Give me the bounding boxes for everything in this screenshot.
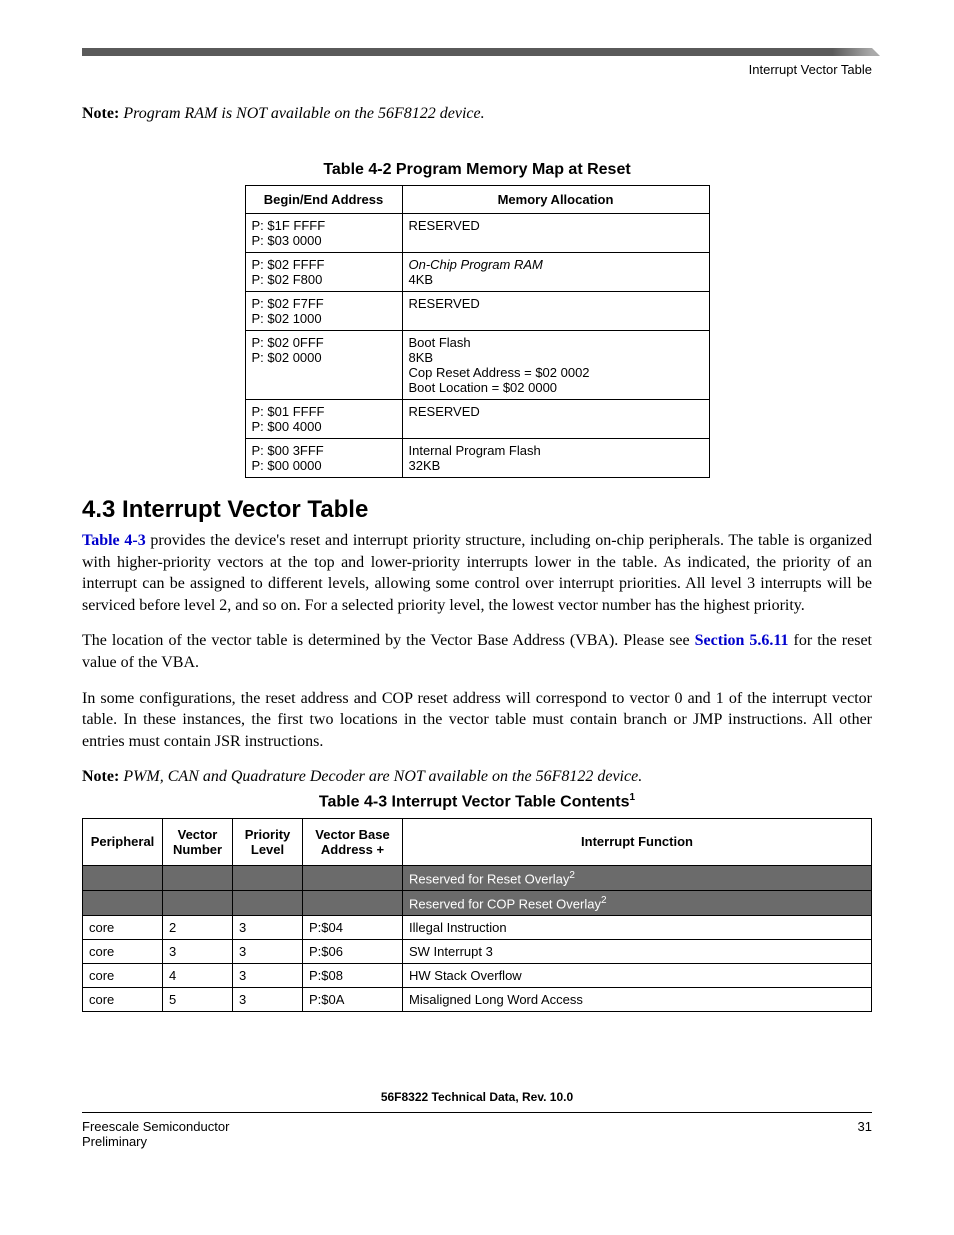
table-cell bbox=[163, 891, 233, 916]
table-cell bbox=[83, 891, 163, 916]
table-row: core23P:$04Illegal Instruction bbox=[83, 916, 872, 940]
allocation-cell: RESERVED bbox=[402, 214, 709, 253]
table-header: Vector Number bbox=[163, 818, 233, 865]
table-cell bbox=[163, 865, 233, 890]
footer-rule bbox=[82, 1112, 872, 1113]
paragraph-text: provides the device's reset and interrup… bbox=[82, 532, 872, 614]
note-program-ram: Note: Program RAM is NOT available on th… bbox=[82, 105, 872, 123]
footer-left: Freescale Semiconductor Preliminary bbox=[82, 1119, 229, 1149]
allocation-cell: RESERVED bbox=[402, 292, 709, 331]
note-pwm-can: Note: PWM, CAN and Quadrature Decoder ar… bbox=[82, 768, 872, 786]
address-cell: P: $01 FFFFP: $00 4000 bbox=[245, 400, 402, 439]
table-4-3-title: Table 4-3 Interrupt Vector Table Content… bbox=[82, 792, 872, 811]
table-header: Priority Level bbox=[233, 818, 303, 865]
table-cell: core bbox=[83, 964, 163, 988]
footnote-ref: 2 bbox=[601, 895, 607, 906]
interrupt-function-cell: Illegal Instruction bbox=[403, 916, 872, 940]
address-cell: P: $1F FFFFP: $03 0000 bbox=[245, 214, 402, 253]
allocation-cell: On-Chip Program RAM4KB bbox=[402, 253, 709, 292]
header-section-title: Interrupt Vector Table bbox=[82, 62, 872, 77]
table-row: P: $02 F7FFP: $02 1000RESERVED bbox=[245, 292, 709, 331]
table-cell: 3 bbox=[233, 988, 303, 1012]
table-cell: P:$04 bbox=[303, 916, 403, 940]
footnote-ref: 2 bbox=[569, 870, 575, 881]
header-bar bbox=[82, 48, 872, 56]
table-cell: P:$0A bbox=[303, 988, 403, 1012]
table-4-2: Begin/End Address Memory Allocation P: $… bbox=[245, 185, 710, 478]
table-header: Peripheral bbox=[83, 818, 163, 865]
table-cell: 3 bbox=[163, 940, 233, 964]
table-row: Reserved for Reset Overlay2 bbox=[83, 865, 872, 890]
table-cell: P:$06 bbox=[303, 940, 403, 964]
table-cell bbox=[233, 865, 303, 890]
footer-status: Preliminary bbox=[82, 1134, 229, 1149]
page-footer: 56F8322 Technical Data, Rev. 10.0 Freesc… bbox=[82, 1090, 872, 1149]
body-paragraph: The location of the vector table is dete… bbox=[82, 630, 872, 673]
section-heading-4-3: 4.3 Interrupt Vector Table bbox=[82, 496, 872, 524]
table-cell: 4 bbox=[163, 964, 233, 988]
table-4-3: Peripheral Vector Number Priority Level … bbox=[82, 818, 872, 1013]
interrupt-function-cell: Reserved for Reset Overlay2 bbox=[403, 865, 872, 890]
allocation-cell: Boot Flash8KBCop Reset Address = $02 000… bbox=[402, 331, 709, 400]
body-paragraph: Table 4-3 provides the device's reset an… bbox=[82, 530, 872, 616]
table-row: Reserved for COP Reset Overlay2 bbox=[83, 891, 872, 916]
interrupt-function-cell: Misaligned Long Word Access bbox=[403, 988, 872, 1012]
allocation-cell: RESERVED bbox=[402, 400, 709, 439]
footer-company: Freescale Semiconductor bbox=[82, 1119, 229, 1134]
table-cell bbox=[303, 891, 403, 916]
table-cell: core bbox=[83, 916, 163, 940]
link-table-4-3[interactable]: Table 4-3 bbox=[82, 532, 146, 549]
table-cell bbox=[303, 865, 403, 890]
table-row: P: $00 3FFFP: $00 0000Internal Program F… bbox=[245, 439, 709, 478]
table-header: Vector Base Address + bbox=[303, 818, 403, 865]
note-text: Program RAM is NOT available on the 56F8… bbox=[123, 105, 484, 122]
body-paragraph: In some configurations, the reset addres… bbox=[82, 688, 872, 753]
table-row: core33P:$06SW Interrupt 3 bbox=[83, 940, 872, 964]
table-row: P: $1F FFFFP: $03 0000RESERVED bbox=[245, 214, 709, 253]
table-cell: core bbox=[83, 940, 163, 964]
paragraph-text: The location of the vector table is dete… bbox=[82, 632, 695, 649]
interrupt-function-cell: HW Stack Overflow bbox=[403, 964, 872, 988]
note-text: PWM, CAN and Quadrature Decoder are NOT … bbox=[123, 768, 642, 785]
table-header: Interrupt Function bbox=[403, 818, 872, 865]
interrupt-function-cell: Reserved for COP Reset Overlay2 bbox=[403, 891, 872, 916]
doc-reference: 56F8322 Technical Data, Rev. 10.0 bbox=[82, 1090, 872, 1104]
address-cell: P: $02 F7FFP: $02 1000 bbox=[245, 292, 402, 331]
table-cell: 3 bbox=[233, 916, 303, 940]
allocation-cell: Internal Program Flash32KB bbox=[402, 439, 709, 478]
note-label: Note: bbox=[82, 105, 119, 122]
table-header: Begin/End Address bbox=[245, 186, 402, 214]
table-row: core43P:$08HW Stack Overflow bbox=[83, 964, 872, 988]
table-4-2-title: Table 4-2 Program Memory Map at Reset bbox=[82, 161, 872, 179]
table-title-text: Table 4-3 Interrupt Vector Table Content… bbox=[319, 794, 630, 811]
footnote-ref: 1 bbox=[630, 792, 636, 803]
table-cell: P:$08 bbox=[303, 964, 403, 988]
table-cell: 5 bbox=[163, 988, 233, 1012]
table-row: P: $01 FFFFP: $00 4000RESERVED bbox=[245, 400, 709, 439]
table-row: core53P:$0AMisaligned Long Word Access bbox=[83, 988, 872, 1012]
address-cell: P: $02 0FFFP: $02 0000 bbox=[245, 331, 402, 400]
interrupt-function-cell: SW Interrupt 3 bbox=[403, 940, 872, 964]
table-cell: core bbox=[83, 988, 163, 1012]
table-header: Memory Allocation bbox=[402, 186, 709, 214]
address-cell: P: $02 FFFFP: $02 F800 bbox=[245, 253, 402, 292]
table-cell: 3 bbox=[233, 940, 303, 964]
table-cell bbox=[233, 891, 303, 916]
table-row: P: $02 FFFFP: $02 F800On-Chip Program RA… bbox=[245, 253, 709, 292]
link-section-5-6-11[interactable]: Section 5.6.11 bbox=[695, 632, 789, 649]
address-cell: P: $00 3FFFP: $00 0000 bbox=[245, 439, 402, 478]
table-cell: 2 bbox=[163, 916, 233, 940]
table-row: P: $02 0FFFP: $02 0000Boot Flash8KBCop R… bbox=[245, 331, 709, 400]
table-cell: 3 bbox=[233, 964, 303, 988]
page-number: 31 bbox=[858, 1119, 872, 1149]
table-cell bbox=[83, 865, 163, 890]
note-label: Note: bbox=[82, 768, 119, 785]
